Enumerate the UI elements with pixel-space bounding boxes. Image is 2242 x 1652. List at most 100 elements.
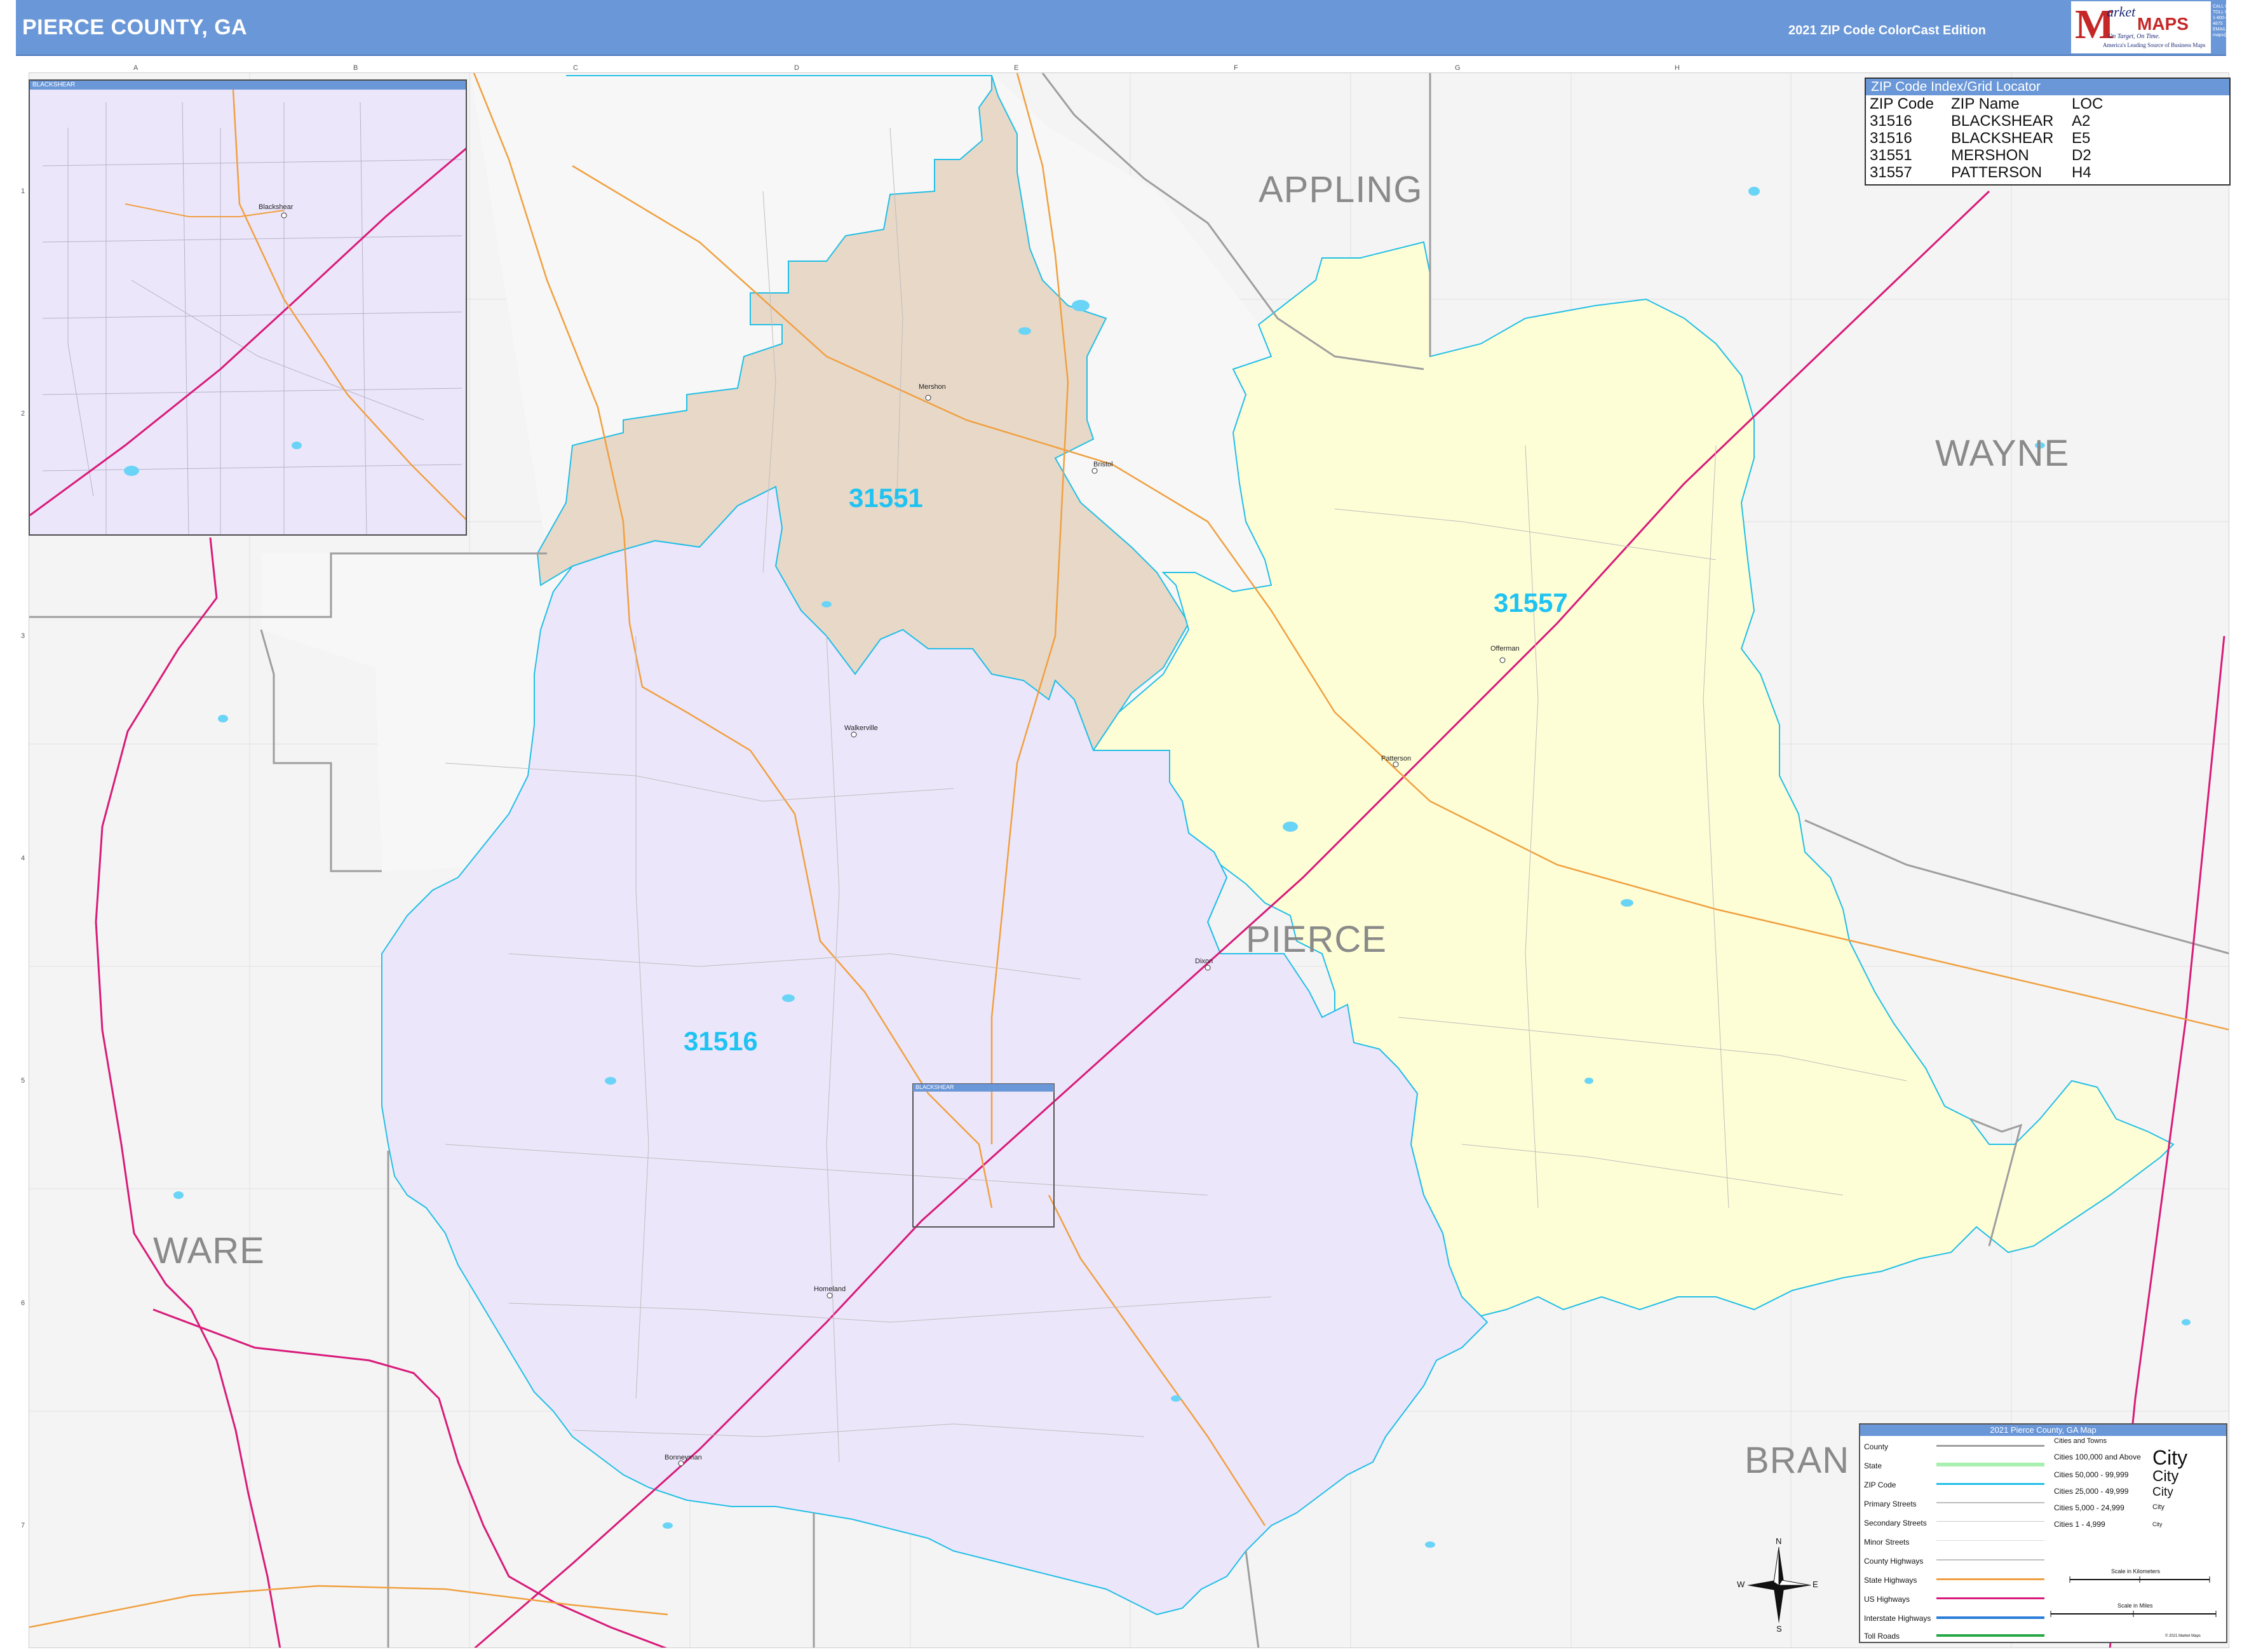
state-highway	[29, 1585, 668, 1628]
inset-street	[42, 464, 463, 471]
town-label-blackshear-box: BLACKSHEAR	[915, 1084, 954, 1090]
grid-col-label: F	[1234, 64, 1238, 72]
table-row: 31516 BLACKSHEAR A2	[1870, 112, 2103, 130]
zip-index-table: ZIP Code ZIP Name LOC 31516 BLACKSHEAR A…	[1870, 95, 2103, 181]
grid-col-label: B	[353, 64, 358, 72]
legend-item: State Highways	[1864, 1576, 1917, 1585]
grid-loc-cell: H4	[2072, 164, 2091, 181]
contact-line: CALL US TOLL FREE	[2213, 4, 2237, 15]
contact-info: CALL US TOLL FREE 1-800-848-4875 EMAIL U…	[2213, 4, 2242, 38]
column-header: LOC	[2072, 95, 2104, 112]
table-row: 31551 MERSHON D2	[1870, 147, 2103, 164]
county-boundary	[260, 629, 382, 872]
lake	[1283, 822, 1298, 832]
legend-city-class: Cities 1 - 4,999	[2054, 1520, 2105, 1529]
legend-cities-title: Cities and Towns	[2054, 1437, 2107, 1445]
legend-item: US Highways	[1864, 1595, 1910, 1604]
market-maps-logo[interactable]: M arket MAPS On Target, On Time. America…	[2071, 1, 2211, 53]
town-marker	[827, 1292, 833, 1299]
grid-row-label: 2	[21, 410, 25, 417]
lake	[1072, 300, 1090, 311]
zip-label-31516: 31516	[684, 1026, 758, 1056]
legend-swatch-primary	[1936, 1502, 2044, 1506]
legend-city-sample: City	[2152, 1446, 2188, 1469]
zip-code-cell: 31551	[1870, 147, 1912, 164]
zip-name-cell: MERSHON	[1951, 147, 2029, 164]
inset-lake	[292, 442, 302, 449]
legend-swatch-interstate	[1936, 1616, 2044, 1620]
zip-name-cell: PATTERSON	[1951, 164, 2043, 181]
map-legend: 2021 Pierce County, GA Map County State …	[1859, 1423, 2227, 1643]
zip-code-index: ZIP Code Index/Grid Locator ZIP Code ZIP…	[1865, 78, 2231, 186]
town-marker	[851, 731, 857, 738]
compass-s: S	[1776, 1624, 1782, 1634]
county-label-pierce: PIERCE	[1246, 919, 1387, 960]
zip-label-31551: 31551	[849, 483, 923, 513]
grid-col-label: G	[1455, 64, 1461, 72]
grid-col-label: C	[573, 64, 578, 72]
compass-rose: N S W E	[1737, 1536, 1818, 1634]
legend-swatch-county	[1936, 1445, 2044, 1449]
lake	[663, 1522, 673, 1529]
legend-swatch-us-hwy	[1936, 1597, 2044, 1601]
zip-label-31557: 31557	[1494, 588, 1568, 618]
compass-n: N	[1776, 1536, 1782, 1546]
lake	[821, 601, 832, 607]
legend-swatch-state	[1936, 1463, 2044, 1466]
logo-word-maps: MAPS	[2137, 14, 2189, 34]
town-label-bonneyman: Bonneyman	[665, 1454, 702, 1461]
town-label-walkerville: Walkerville	[844, 724, 878, 732]
grid-col-label: E	[1014, 64, 1019, 72]
lake	[605, 1077, 616, 1085]
legend-item: ZIP Code	[1864, 1480, 1896, 1489]
grid-loc-cell: D2	[2072, 147, 2091, 164]
column-header: ZIP Name	[1951, 95, 2020, 112]
inset-street	[42, 311, 463, 319]
legend-item: Interstate Highways	[1864, 1614, 1931, 1623]
town-label-dixon: Dixon	[1195, 958, 1213, 965]
lake	[1018, 327, 1031, 335]
grid-col-label: A	[133, 64, 138, 72]
lake	[218, 715, 228, 722]
lake	[1584, 1078, 1593, 1084]
town-label-homeland: Homeland	[814, 1285, 846, 1293]
town-label-patterson: Patterson	[1381, 755, 1412, 762]
grid-row-label: 7	[21, 1522, 25, 1529]
lake	[173, 1191, 184, 1199]
legend-item: County	[1864, 1442, 1889, 1451]
grid-row-label: 3	[21, 632, 25, 640]
legend-item: State	[1864, 1461, 1882, 1470]
legend-city-sample: City	[2152, 1468, 2179, 1485]
legend-item: Minor Streets	[1864, 1538, 1910, 1547]
grid-row-label: 4	[21, 855, 25, 862]
grid-row-label: 6	[21, 1299, 25, 1307]
town-label-offerman: Offerman	[1490, 645, 1520, 653]
inset-street	[42, 235, 463, 243]
legend-item: Toll Roads	[1864, 1632, 1900, 1641]
inset-drawing: Blackshear	[30, 90, 466, 534]
legend-copyright: © 2021 Market Maps	[2165, 1634, 2201, 1638]
table-row: 31557 PATTERSON H4	[1870, 164, 2103, 181]
header-bar: PIERCE COUNTY, GA 2021 ZIP Code ColorCas…	[16, 0, 2242, 56]
inset-town-label: Blackshear	[259, 203, 294, 211]
logo-slogan: On Target, On Time.	[2108, 33, 2160, 40]
edition-label: 2021 ZIP Code ColorCast Edition	[1788, 24, 1986, 37]
zip-code-cell: 31557	[1870, 164, 1912, 181]
legend-item: Primary Streets	[1864, 1500, 1917, 1508]
zip-name-cell: BLACKSHEAR	[1951, 130, 2054, 147]
legend-swatch-minor	[1936, 1540, 2044, 1544]
lake	[2182, 1319, 2191, 1325]
scale-mi-bar	[2050, 1611, 2217, 1617]
legend-city-class: Cities 50,000 - 99,999	[2054, 1470, 2129, 1479]
map-title: PIERCE COUNTY, GA	[22, 15, 248, 39]
inset-state-highway	[232, 90, 466, 520]
legend-swatch-zip	[1936, 1483, 2044, 1487]
legend-city-sample: City	[2152, 1521, 2163, 1527]
inset-title-bar: BLACKSHEAR	[30, 81, 466, 90]
scale-km-bar	[2069, 1576, 2210, 1583]
zip-name-cell: BLACKSHEAR	[1951, 112, 2054, 130]
contact-line: maps@marketmaps.com	[2213, 33, 2242, 37]
lake	[782, 994, 795, 1002]
inset-street	[67, 128, 94, 497]
blackshear-inset-map[interactable]: BLACKSHEAR Blackshear	[29, 79, 467, 536]
